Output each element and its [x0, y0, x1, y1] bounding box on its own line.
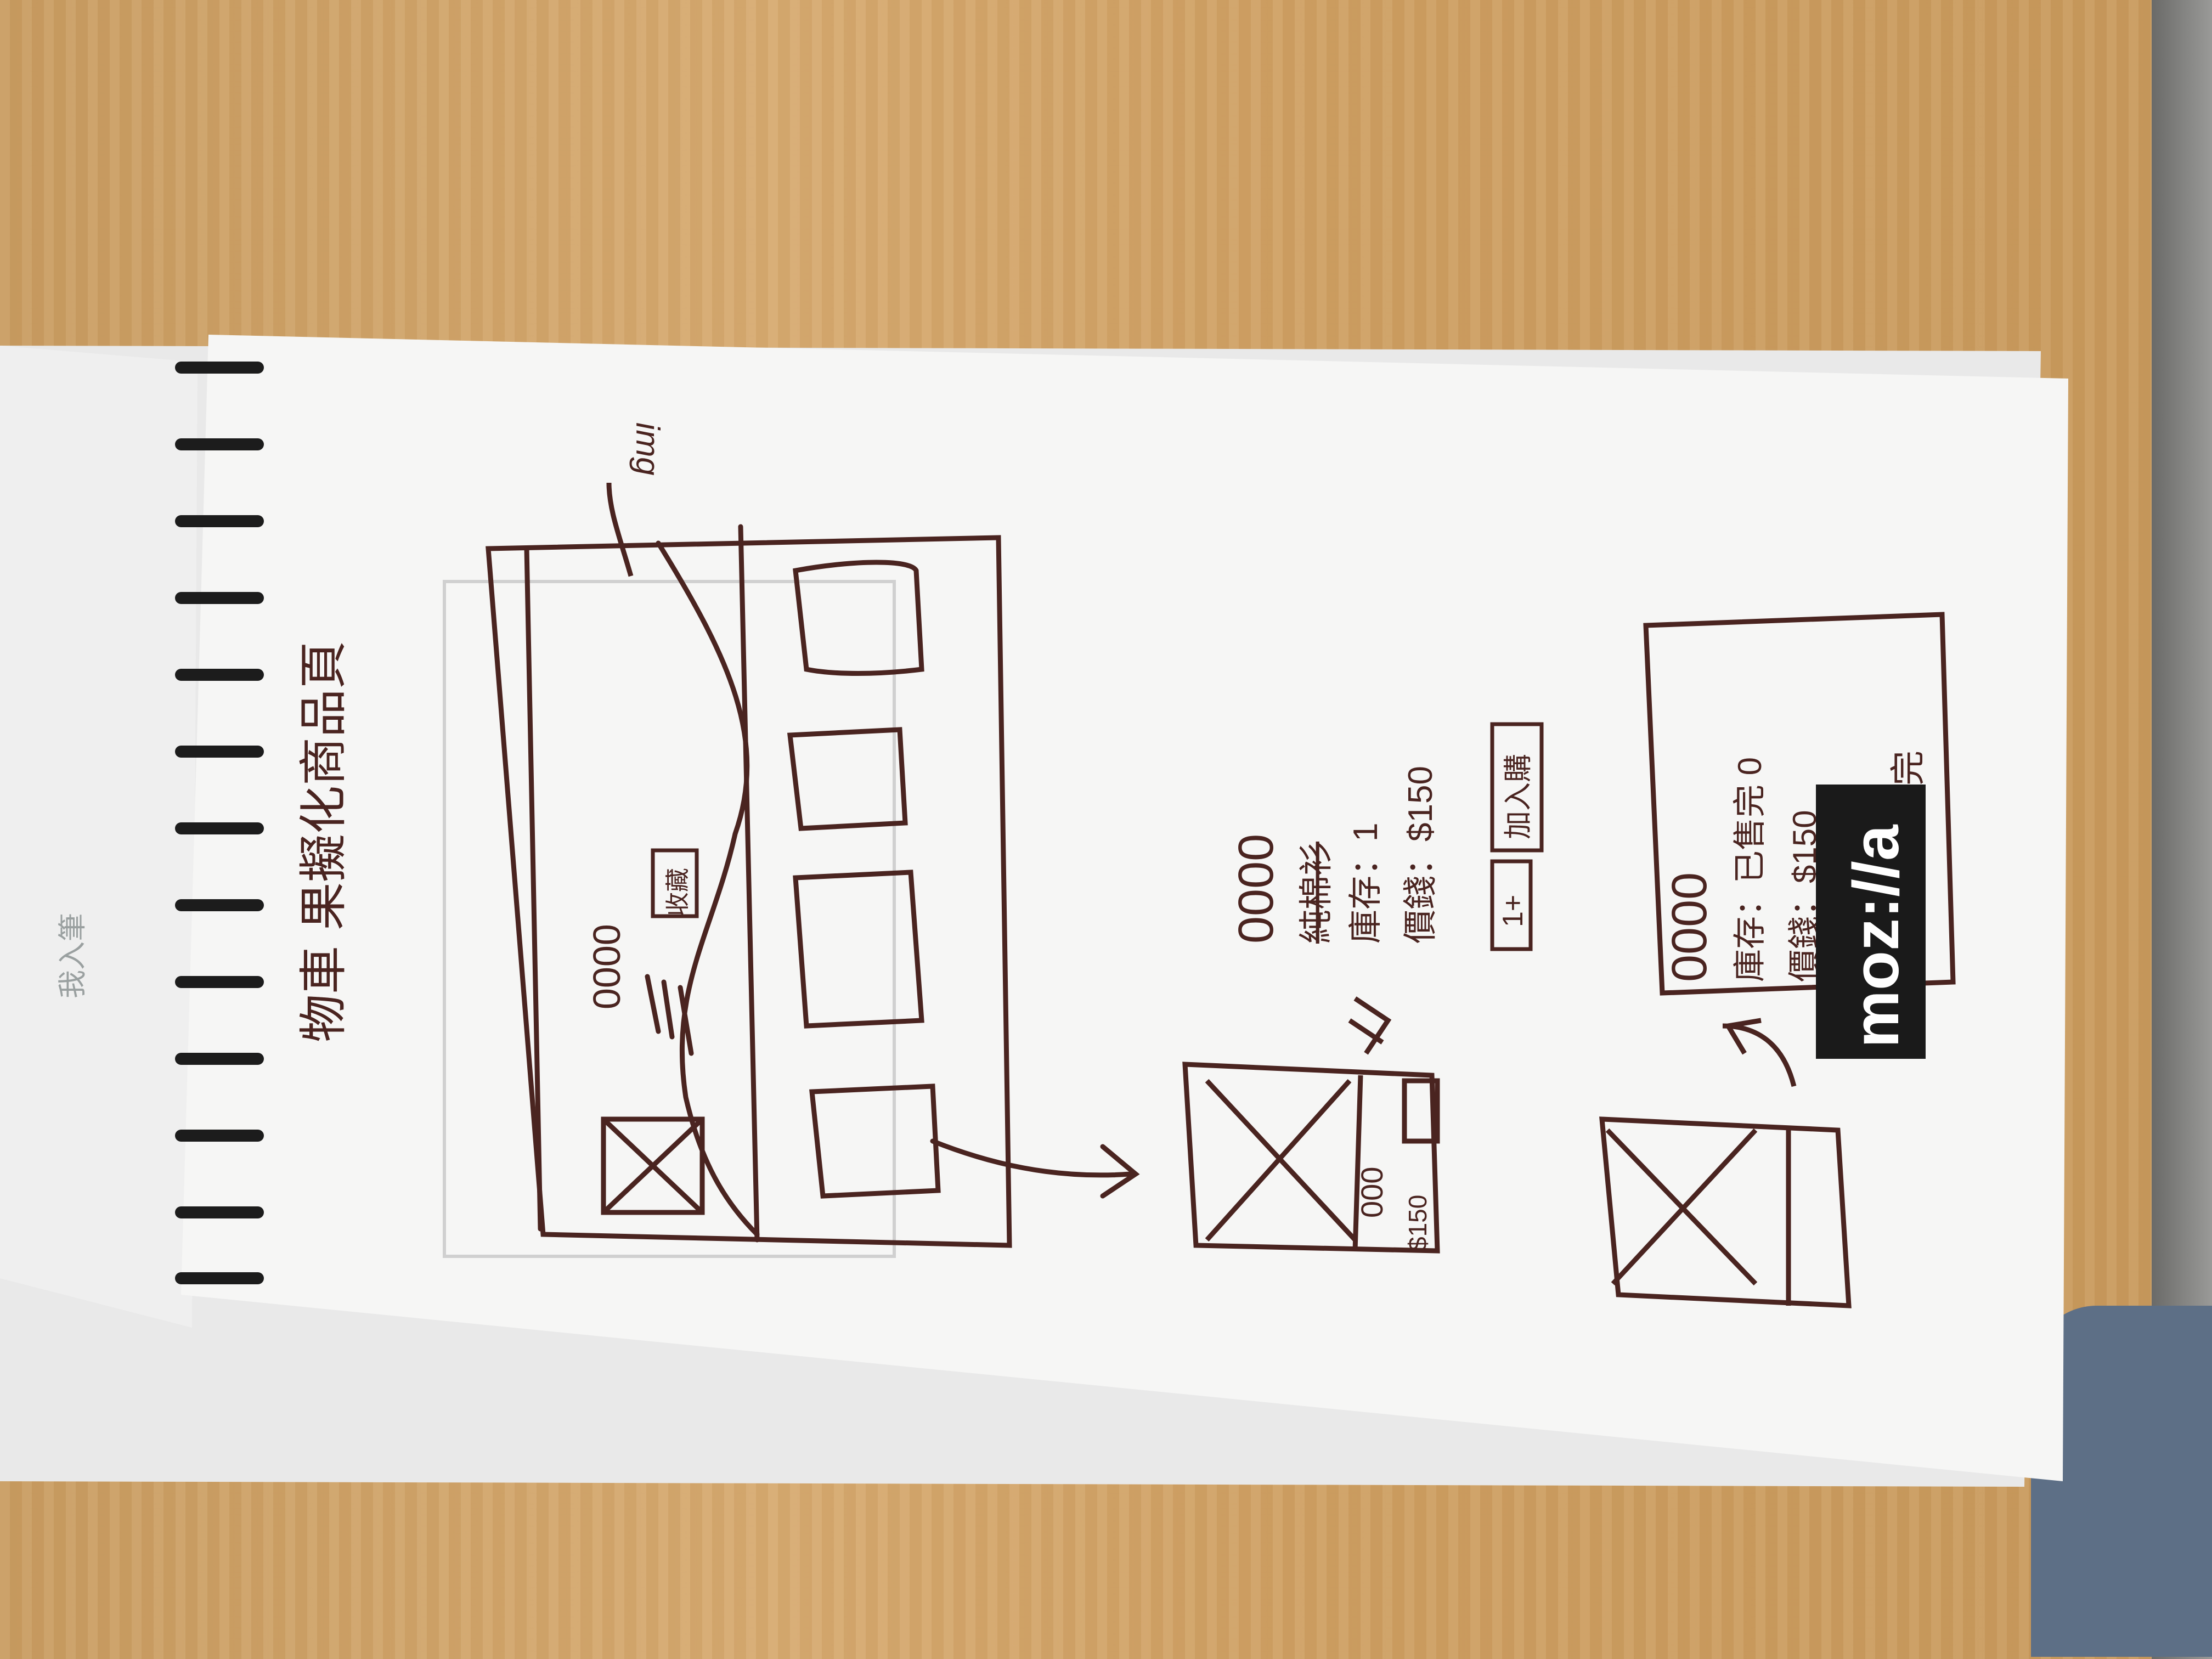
notebook-sketch-scene: 物車 果擬化商品頁 我入筆 img 收藏 0000 000 $150 0000 …	[0, 335, 2068, 1487]
detail-rating: 0000	[1229, 834, 1284, 944]
detail-name: 純棉衫	[1297, 842, 1335, 944]
add-to-cart-label: 加入購	[1502, 754, 1535, 839]
detail-thumb-rating: 000	[1355, 1167, 1389, 1218]
detail-stock: 庫存：1	[1347, 823, 1385, 944]
card-rating: 0000	[585, 924, 628, 1009]
svg-text:moz://a: moz://a	[1840, 824, 1912, 1048]
detail-price: 價錢：$150	[1402, 766, 1440, 944]
margin-scribble: 我入筆	[57, 913, 89, 998]
page-title: 物車 果擬化商品頁	[295, 641, 352, 1042]
soldout-rating: 0000	[1662, 872, 1717, 982]
img-label: img	[629, 422, 666, 476]
soldout-stock: 庫存：已售完 0	[1731, 757, 1768, 982]
mozilla-sticker: moz://a	[1816, 785, 1926, 1059]
favorite-label: 收藏	[664, 868, 692, 916]
qty-value: 1+	[1497, 895, 1529, 927]
left-page	[0, 346, 198, 1328]
detail-thumb-price: $150	[1403, 1195, 1432, 1251]
notebook-page	[181, 335, 2068, 1481]
